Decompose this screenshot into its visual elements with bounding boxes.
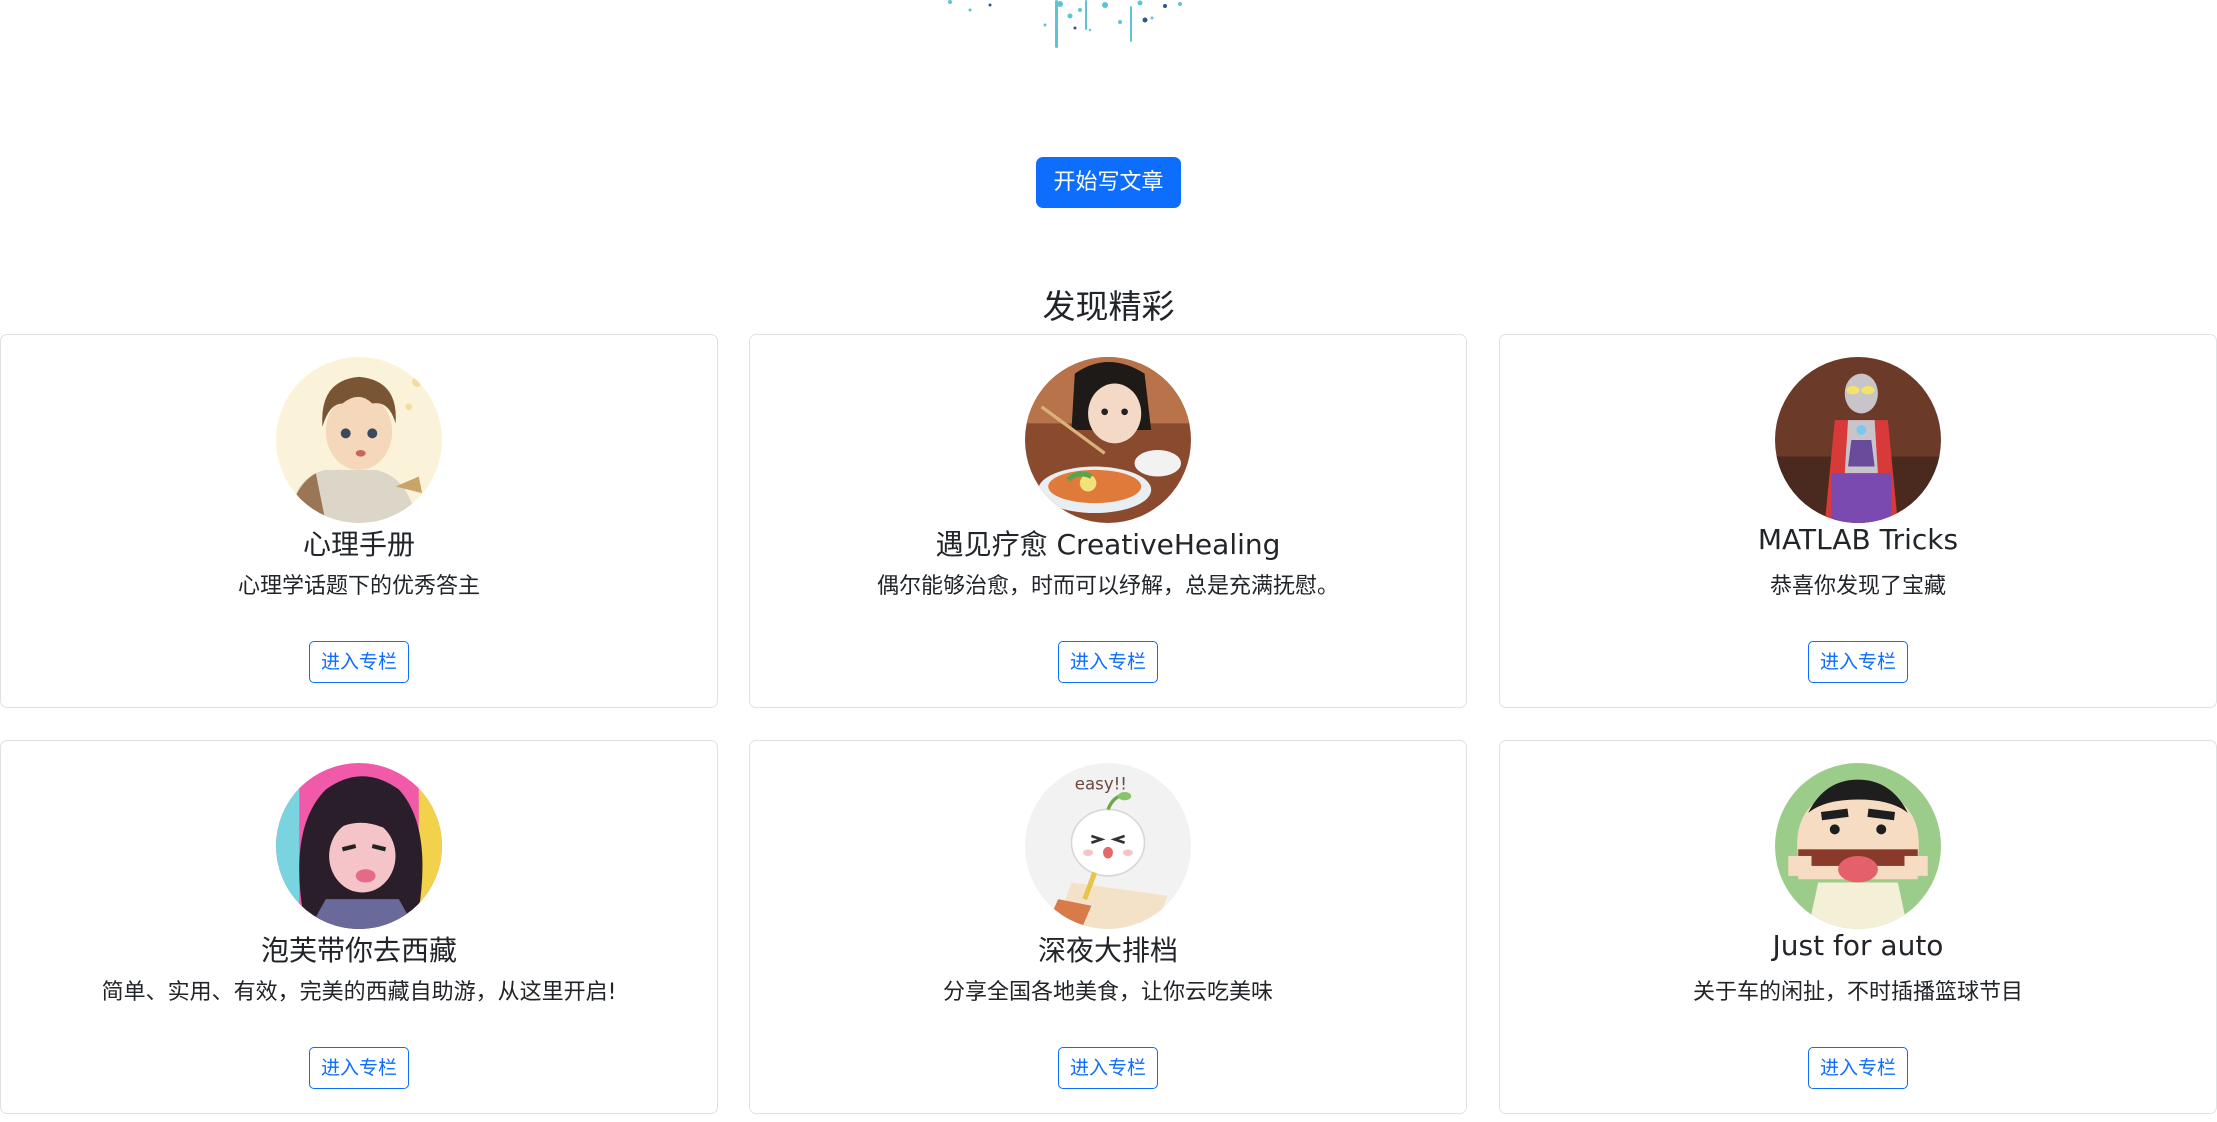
column-title: Just for auto: [1772, 929, 1944, 962]
column-card: 泡芙带你去西藏 简单、实用、有效，完美的西藏自助游，从这里开启! 进入专栏: [0, 740, 718, 1114]
crayon-shinchan-avatar-icon: [1775, 763, 1941, 929]
enter-column-button[interactable]: 进入专栏: [309, 641, 409, 683]
avatar[interactable]: easy!!: [1025, 763, 1191, 929]
enter-column-button[interactable]: 进入专栏: [1058, 641, 1158, 683]
avatar[interactable]: [1775, 357, 1941, 523]
avatar[interactable]: [276, 357, 442, 523]
column-description: 分享全国各地美食，让你云吃美味: [942, 980, 1273, 1005]
column-card: 遇见疗愈 CreativeHealing 偶尔能够治愈，时而可以纾解，总是充满抚…: [749, 334, 1467, 708]
svg-text:easy!!: easy!!: [1075, 775, 1127, 794]
start-writing-button[interactable]: 开始写文章: [1036, 157, 1181, 208]
column-title: MATLAB Tricks: [1757, 523, 1959, 556]
column-card: 心理手册 心理学话题下的优秀答主 进入专栏: [0, 334, 718, 708]
page: 开始写文章 发现精彩 心理手册 心理学话题下的优秀答主 进入专栏 遇见疗愈 Cr…: [0, 0, 2217, 1122]
column-description: 简单、实用、有效，完美的西藏自助游，从这里开启!: [101, 980, 617, 1005]
splash-decoration: [948, 0, 1182, 48]
column-title: 遇见疗愈 CreativeHealing: [935, 528, 1281, 561]
enter-column-button[interactable]: 进入专栏: [1058, 1047, 1158, 1089]
section-title: 发现精彩: [1042, 287, 1175, 326]
enter-column-button[interactable]: 进入专栏: [309, 1047, 409, 1089]
column-description: 关于车的闲扯，不时插播篮球节目: [1692, 980, 2023, 1005]
avatar[interactable]: [276, 763, 442, 929]
avatar[interactable]: [1775, 763, 1941, 929]
column-card: Just for auto 关于车的闲扯，不时插播篮球节目 进入专栏: [1499, 740, 2217, 1114]
cute-bun-avatar-icon: easy!!: [1025, 763, 1191, 929]
girl-with-noodles-avatar-icon: [1025, 357, 1191, 523]
column-title: 心理手册: [302, 528, 415, 561]
column-description: 心理学话题下的优秀答主: [237, 574, 480, 599]
avatar[interactable]: [1025, 357, 1191, 523]
column-title: 深夜大排档: [1037, 934, 1178, 967]
enter-column-button[interactable]: 进入专栏: [1808, 1047, 1908, 1089]
column-card: MATLAB Tricks 恭喜你发现了宝藏 进入专栏: [1499, 334, 2217, 708]
column-description: 偶尔能够治愈，时而可以纾解，总是充满抚慰。: [876, 574, 1339, 599]
column-card: easy!! 深夜大排档 分享全国各地美食，让你云吃美味 进入专栏: [749, 740, 1467, 1114]
anime-boy-avatar-icon: [276, 357, 442, 523]
cartoon-girl-avatar-icon: [276, 763, 442, 929]
column-description: 恭喜你发现了宝藏: [1769, 574, 1946, 599]
ultraman-avatar-icon: [1775, 357, 1941, 523]
column-title: 泡芙带你去西藏: [260, 934, 457, 967]
enter-column-button[interactable]: 进入专栏: [1808, 641, 1908, 683]
